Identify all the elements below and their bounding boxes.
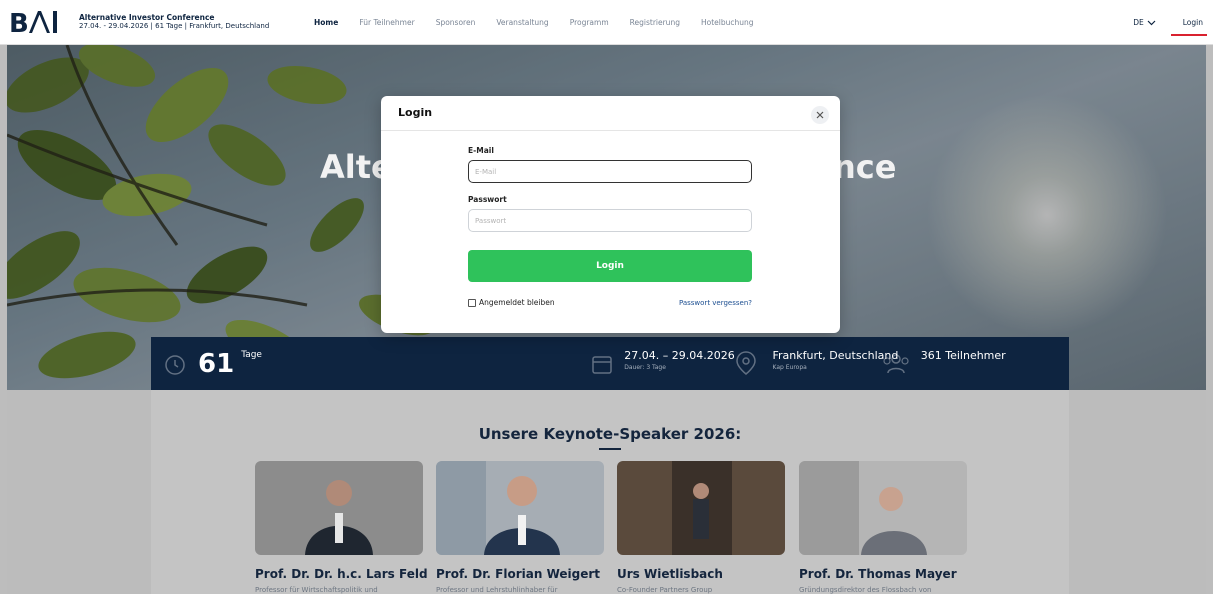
nav-registrierung[interactable]: Registrierung xyxy=(630,0,680,45)
login-submit-button[interactable]: Login xyxy=(468,250,752,282)
speaker-role: Gründungsdirektor des Flossbach von xyxy=(799,586,932,594)
email-field[interactable] xyxy=(468,160,752,183)
nav-programm[interactable]: Programm xyxy=(570,0,609,45)
hero-title-right: nce xyxy=(833,148,897,186)
nav-home[interactable]: Home xyxy=(314,0,338,45)
checkbox-square[interactable] xyxy=(468,298,476,307)
nav-veranstaltung[interactable]: Veranstaltung xyxy=(496,0,548,45)
speaker-card[interactable]: Prof. Dr. Dr. h.c. Lars Feld Professor f… xyxy=(255,461,428,594)
modal-header: Login xyxy=(381,96,840,131)
location-pin-icon xyxy=(735,351,756,375)
speaker-name: Prof. Dr. Florian Weigert xyxy=(436,567,601,581)
remember-me-label: Angemeldet bleiben xyxy=(479,298,555,307)
chevron-down-icon xyxy=(1147,20,1156,25)
speaker-photo xyxy=(436,461,604,555)
close-button[interactable] xyxy=(811,106,829,124)
login-active-underline xyxy=(1171,34,1207,36)
conference-info: Alternative Investor Conference 27.04. -… xyxy=(79,13,269,30)
speaker-photo xyxy=(617,461,785,555)
alarm-clock-icon xyxy=(165,355,185,375)
speaker-card[interactable]: Prof. Dr. Florian Weigert Professor und … xyxy=(436,461,604,594)
speaker-role: Professor und Lehrstuhlinhaber für xyxy=(436,586,558,594)
stat-dates: 27.04. – 29.04.2026 Dauer: 3 Tage xyxy=(346,337,772,390)
keynote-heading: Unsere Keynote-Speaker 2026: xyxy=(478,425,742,443)
stat-days: 61 Tage xyxy=(151,337,346,390)
language-selector[interactable]: DE xyxy=(1133,18,1156,27)
speaker-photo xyxy=(799,461,967,555)
speaker-role: Co-Founder Partners Group xyxy=(617,586,713,594)
right-nav: DE Login xyxy=(1133,0,1213,45)
password-field[interactable] xyxy=(468,209,752,232)
location: Frankfurt, Deutschland xyxy=(772,349,899,362)
email-label: E-Mail xyxy=(468,146,494,155)
remember-me-checkbox[interactable]: Angemeldet bleiben xyxy=(468,298,555,307)
speaker-name: Prof. Dr. Thomas Mayer xyxy=(799,567,957,581)
stat-participants: 361 Teilnehmer xyxy=(883,337,1069,390)
nav-hotelbuchung[interactable]: Hotelbuchung xyxy=(701,0,754,45)
venue: Kap Europa xyxy=(772,364,807,371)
main-nav: Home Für Teilnehmer Sponsoren Veranstalt… xyxy=(314,0,775,45)
nav-sponsoren[interactable]: Sponsoren xyxy=(436,0,476,45)
modal-title: Login xyxy=(398,106,433,119)
forgot-password-link[interactable]: Passwort vergessen? xyxy=(679,299,752,307)
svg-text:B: B xyxy=(9,9,28,35)
login-modal: Login E-Mail Passwort Login Angemeldet b… xyxy=(381,96,840,333)
login-link[interactable]: Login xyxy=(1180,18,1206,27)
duration: Dauer: 3 Tage xyxy=(624,364,666,371)
speaker-photo xyxy=(255,461,423,555)
date-range: 27.04. – 29.04.2026 xyxy=(624,349,735,362)
conference-title: Alternative Investor Conference xyxy=(79,13,215,23)
speaker-card[interactable]: Urs Wietlisbach Co-Founder Partners Grou… xyxy=(617,461,785,594)
nav-fuer-teilnehmer[interactable]: Für Teilnehmer xyxy=(359,0,414,45)
speaker-card[interactable]: Prof. Dr. Thomas Mayer Gründungsdirektor… xyxy=(799,461,967,594)
password-label: Passwort xyxy=(468,195,507,204)
calendar-icon xyxy=(592,356,612,374)
participants: 361 Teilnehmer xyxy=(920,349,1006,362)
speaker-name: Prof. Dr. Dr. h.c. Lars Feld xyxy=(255,567,428,581)
event-stats-strip: 61 Tage 27.04. – 29.04.2026 Dauer: 3 Tag… xyxy=(151,337,1069,390)
days-label: Tage xyxy=(241,350,262,360)
keynote-section: Unsere Keynote-Speaker 2026: Prof. Dr. D… xyxy=(151,390,1069,594)
speaker-name: Urs Wietlisbach xyxy=(617,567,723,581)
speaker-role: Professor für Wirtschaftspolitik und xyxy=(255,586,378,594)
language-label: DE xyxy=(1133,18,1144,27)
bai-logo[interactable]: B xyxy=(9,7,71,37)
keynote-heading-underline xyxy=(599,448,621,450)
days-count: 61 xyxy=(198,348,235,379)
top-navigation-bar: B Alternative Investor Conference 27.04.… xyxy=(0,0,1213,45)
conference-subtitle: 27.04. - 29.04.2026 | 61 Tage | Frankfur… xyxy=(79,22,270,31)
participants-icon xyxy=(883,354,909,374)
close-icon xyxy=(816,111,824,119)
